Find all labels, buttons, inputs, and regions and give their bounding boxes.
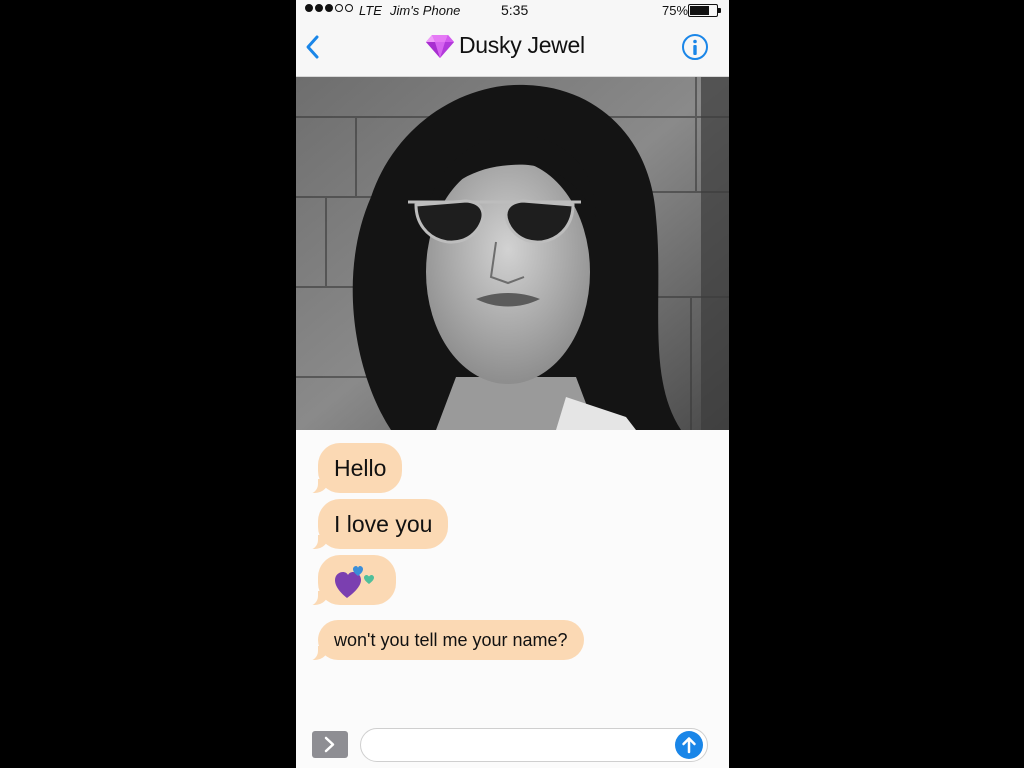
battery-tip bbox=[718, 8, 721, 13]
message-text: won't you tell me your name? bbox=[334, 629, 568, 650]
signal-dot bbox=[315, 4, 323, 12]
info-icon bbox=[682, 34, 708, 60]
back-button[interactable] bbox=[300, 30, 330, 64]
battery-icon bbox=[688, 4, 718, 17]
expand-button[interactable] bbox=[312, 731, 348, 758]
battery-fill bbox=[690, 6, 709, 15]
signal-strength-icon bbox=[305, 4, 353, 12]
message-text: I love you bbox=[334, 510, 433, 537]
message-list: Hello I love you won't you tell me your … bbox=[296, 430, 729, 720]
contact-name: Dusky Jewel bbox=[459, 32, 585, 58]
portrait-image bbox=[296, 77, 729, 430]
info-button[interactable] bbox=[681, 33, 709, 61]
chevron-left-icon bbox=[306, 35, 319, 59]
signal-dot bbox=[325, 4, 333, 12]
send-button[interactable] bbox=[675, 731, 703, 759]
message-text: Hello bbox=[334, 454, 387, 481]
battery-percent: 75% bbox=[662, 3, 689, 18]
device-name-label: Jim's Phone bbox=[390, 3, 461, 18]
conversation-header: Dusky Jewel bbox=[296, 22, 729, 77]
hearts-icon bbox=[335, 566, 374, 598]
signal-dot bbox=[305, 4, 313, 12]
carrier-label: LTE bbox=[359, 3, 382, 18]
status-bar: LTE Jim's Phone 5:35 75% bbox=[296, 0, 729, 22]
contact-title[interactable]: Dusky Jewel bbox=[425, 32, 585, 59]
arrow-up-icon bbox=[682, 737, 696, 754]
chevron-right-icon bbox=[324, 736, 335, 753]
phone-screen: LTE Jim's Phone 5:35 75% Dusky Jewel Hel… bbox=[296, 0, 729, 768]
message-input[interactable] bbox=[360, 728, 708, 762]
contact-photo bbox=[296, 77, 729, 430]
message-bubble[interactable]: Hello bbox=[305, 443, 403, 494]
status-time: 5:35 bbox=[501, 2, 529, 18]
message-bubble[interactable]: I love you bbox=[305, 499, 449, 550]
compose-bar bbox=[296, 720, 729, 768]
gem-icon bbox=[426, 34, 454, 58]
signal-dot bbox=[335, 4, 343, 12]
message-bubble[interactable] bbox=[306, 555, 396, 606]
message-bubble[interactable]: won't you tell me your name? bbox=[306, 620, 584, 661]
signal-dot bbox=[345, 4, 353, 12]
